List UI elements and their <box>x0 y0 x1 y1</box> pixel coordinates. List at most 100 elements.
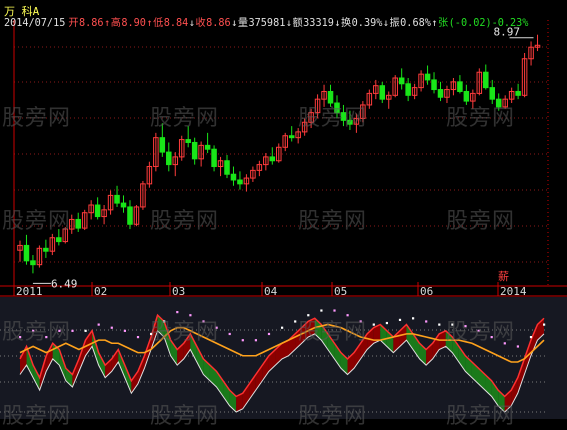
stock-name: 万 科A <box>4 4 40 18</box>
candle-body <box>94 204 101 218</box>
down-arrow-icon: ↓ <box>286 18 292 29</box>
indicator-dot <box>372 323 375 326</box>
candle-body <box>398 77 405 85</box>
indicator-dot <box>412 317 415 320</box>
indicator-dot <box>136 336 140 339</box>
candle-body <box>424 73 431 81</box>
candle-body <box>191 141 198 160</box>
indicator-dot <box>71 329 74 332</box>
indicator-dot <box>320 309 323 312</box>
open-value: 8.86 <box>79 18 104 29</box>
candle-body <box>405 83 411 96</box>
down-arrow-icon: ↓ <box>334 18 340 29</box>
candle-body <box>224 160 230 175</box>
indicator-dot <box>254 339 257 342</box>
candle-body <box>166 151 172 166</box>
candle-body <box>379 85 386 100</box>
indicator-dot <box>333 309 336 312</box>
candle-body <box>437 89 444 98</box>
up-arrow-icon: ↑ <box>431 18 437 29</box>
volume-value: 375981 <box>249 18 286 29</box>
indicator-dot <box>241 339 244 342</box>
change-value: (-0.02)-0.23% <box>449 18 529 29</box>
watermark-text: 股旁网 <box>446 320 516 345</box>
candle-body <box>483 71 489 89</box>
candle-body <box>204 144 211 150</box>
indicator-dot <box>529 336 533 339</box>
low-label: 低 <box>153 16 163 29</box>
candle-body <box>56 237 62 243</box>
indicator-dot <box>176 311 179 314</box>
indicator-dot <box>281 326 284 329</box>
amplitude-label: 振 <box>389 16 399 29</box>
watermark-text: 股旁网 <box>298 209 368 234</box>
low-value: 8.84 <box>164 18 189 29</box>
candle-body <box>288 135 295 139</box>
candle-body <box>114 194 120 204</box>
indicator-dot <box>294 320 297 323</box>
watermark-text: 股旁网 <box>2 320 72 345</box>
indicator-dot <box>84 329 87 332</box>
watermark-text: 股旁网 <box>2 209 72 234</box>
candle-body <box>230 173 237 181</box>
amount-label: 额 <box>292 16 302 29</box>
candle-body <box>431 79 437 91</box>
candle-body <box>120 202 127 208</box>
watermark-text: 股旁网 <box>446 106 516 131</box>
watermark-text: 股旁网 <box>2 404 72 429</box>
indicator-dot <box>516 345 519 348</box>
down-arrow-icon: ↓ <box>383 18 389 29</box>
amplitude-value: 0.68% <box>400 18 431 29</box>
turnover-label: 换 <box>341 16 351 29</box>
watermark-text: 股旁网 <box>298 404 368 429</box>
close-label: 收 <box>195 16 205 29</box>
indicator-dot <box>228 332 231 336</box>
open-label: 开 <box>68 18 78 29</box>
down-arrow-icon: ↓ <box>189 18 195 29</box>
watermark-text: 股旁网 <box>446 404 516 429</box>
watermark-text: 股旁网 <box>298 106 368 131</box>
amount-value: 33319 <box>303 18 334 29</box>
watermark-text: 股旁网 <box>150 209 220 234</box>
indicator-dot <box>543 323 546 326</box>
candle-body <box>43 247 49 252</box>
watermark-text: 股旁网 <box>2 106 72 131</box>
candle-body <box>211 148 217 168</box>
candle-body <box>23 244 30 262</box>
volume-label: 量 <box>238 17 248 29</box>
indicator-dot <box>267 332 271 336</box>
candle-body <box>457 81 463 92</box>
event-badge: 薪 <box>498 270 509 283</box>
up-arrow-icon: ↑ <box>146 18 152 29</box>
candle-body <box>30 260 36 266</box>
indicator-dot <box>438 323 441 326</box>
candle-body <box>237 179 243 185</box>
high-label: 高 <box>111 16 121 29</box>
high-value: 8.90 <box>121 18 146 29</box>
indicator-dot <box>385 321 388 325</box>
indicator-dot <box>123 329 126 332</box>
watermark-text: 股旁网 <box>150 404 220 429</box>
indicator-dot <box>398 318 402 322</box>
candle-body <box>269 156 276 162</box>
watermark-text: 股旁网 <box>150 320 220 345</box>
change-label: 张 <box>438 17 448 29</box>
close-value: 8.86 <box>206 18 231 29</box>
watermark-text: 股旁网 <box>446 209 516 234</box>
candle-body <box>127 206 133 225</box>
watermark-text: 股旁网 <box>298 320 368 345</box>
up-arrow-icon: ↑ <box>104 18 110 29</box>
candle-body <box>159 137 166 153</box>
candle-body <box>75 218 81 229</box>
watermark-text: 股旁网 <box>150 106 220 131</box>
indicator-dot <box>110 326 113 329</box>
low-price-label: 6.49 <box>51 277 78 290</box>
header-date: 2014/07/15 <box>4 18 65 29</box>
candle-body <box>515 90 521 96</box>
down-arrow-icon: ↓ <box>231 18 237 29</box>
indicator-dot <box>97 323 100 326</box>
candle-body <box>185 139 191 143</box>
candle-body <box>489 87 496 100</box>
turnover-value: 0.39% <box>352 18 383 29</box>
indicator-dot <box>425 320 428 323</box>
